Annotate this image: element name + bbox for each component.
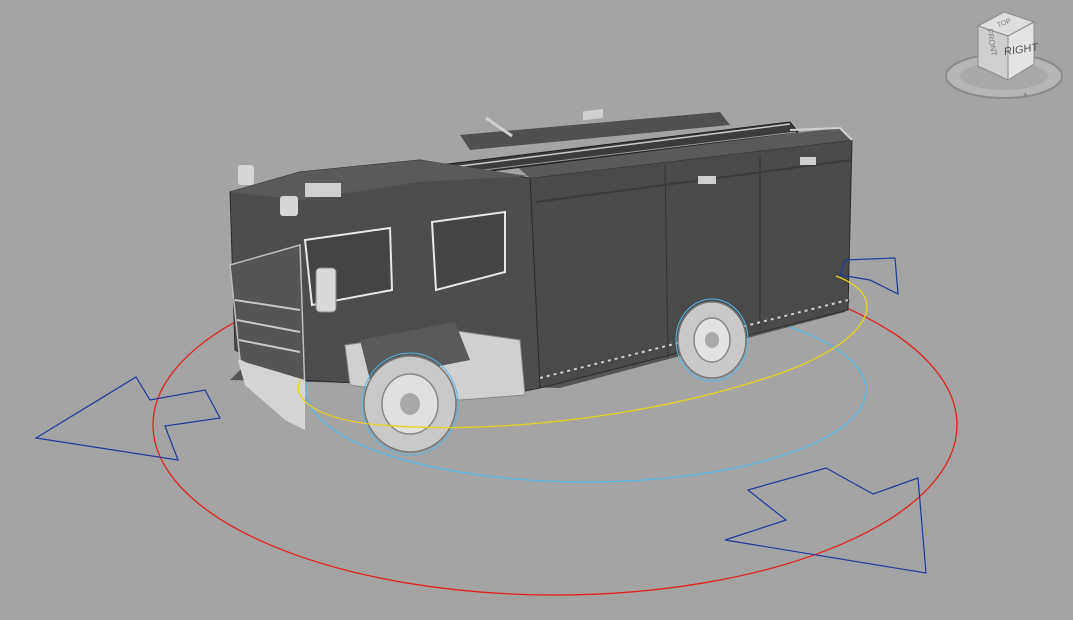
rotate-right-arrow[interactable]	[724, 467, 927, 574]
scene-canvas	[34, 108, 958, 596]
viewcube[interactable]: ▲ RIGHT FRONT TOP	[942, 8, 1066, 104]
rotate-left-arrow[interactable]	[34, 376, 221, 461]
fire-truck-model[interactable]	[229, 108, 853, 456]
svg-text:▲: ▲	[1022, 91, 1029, 98]
viewcube-graphic: ▲	[945, 11, 1063, 99]
3d-viewport[interactable]: ▲ RIGHT FRONT TOP	[0, 0, 1073, 620]
